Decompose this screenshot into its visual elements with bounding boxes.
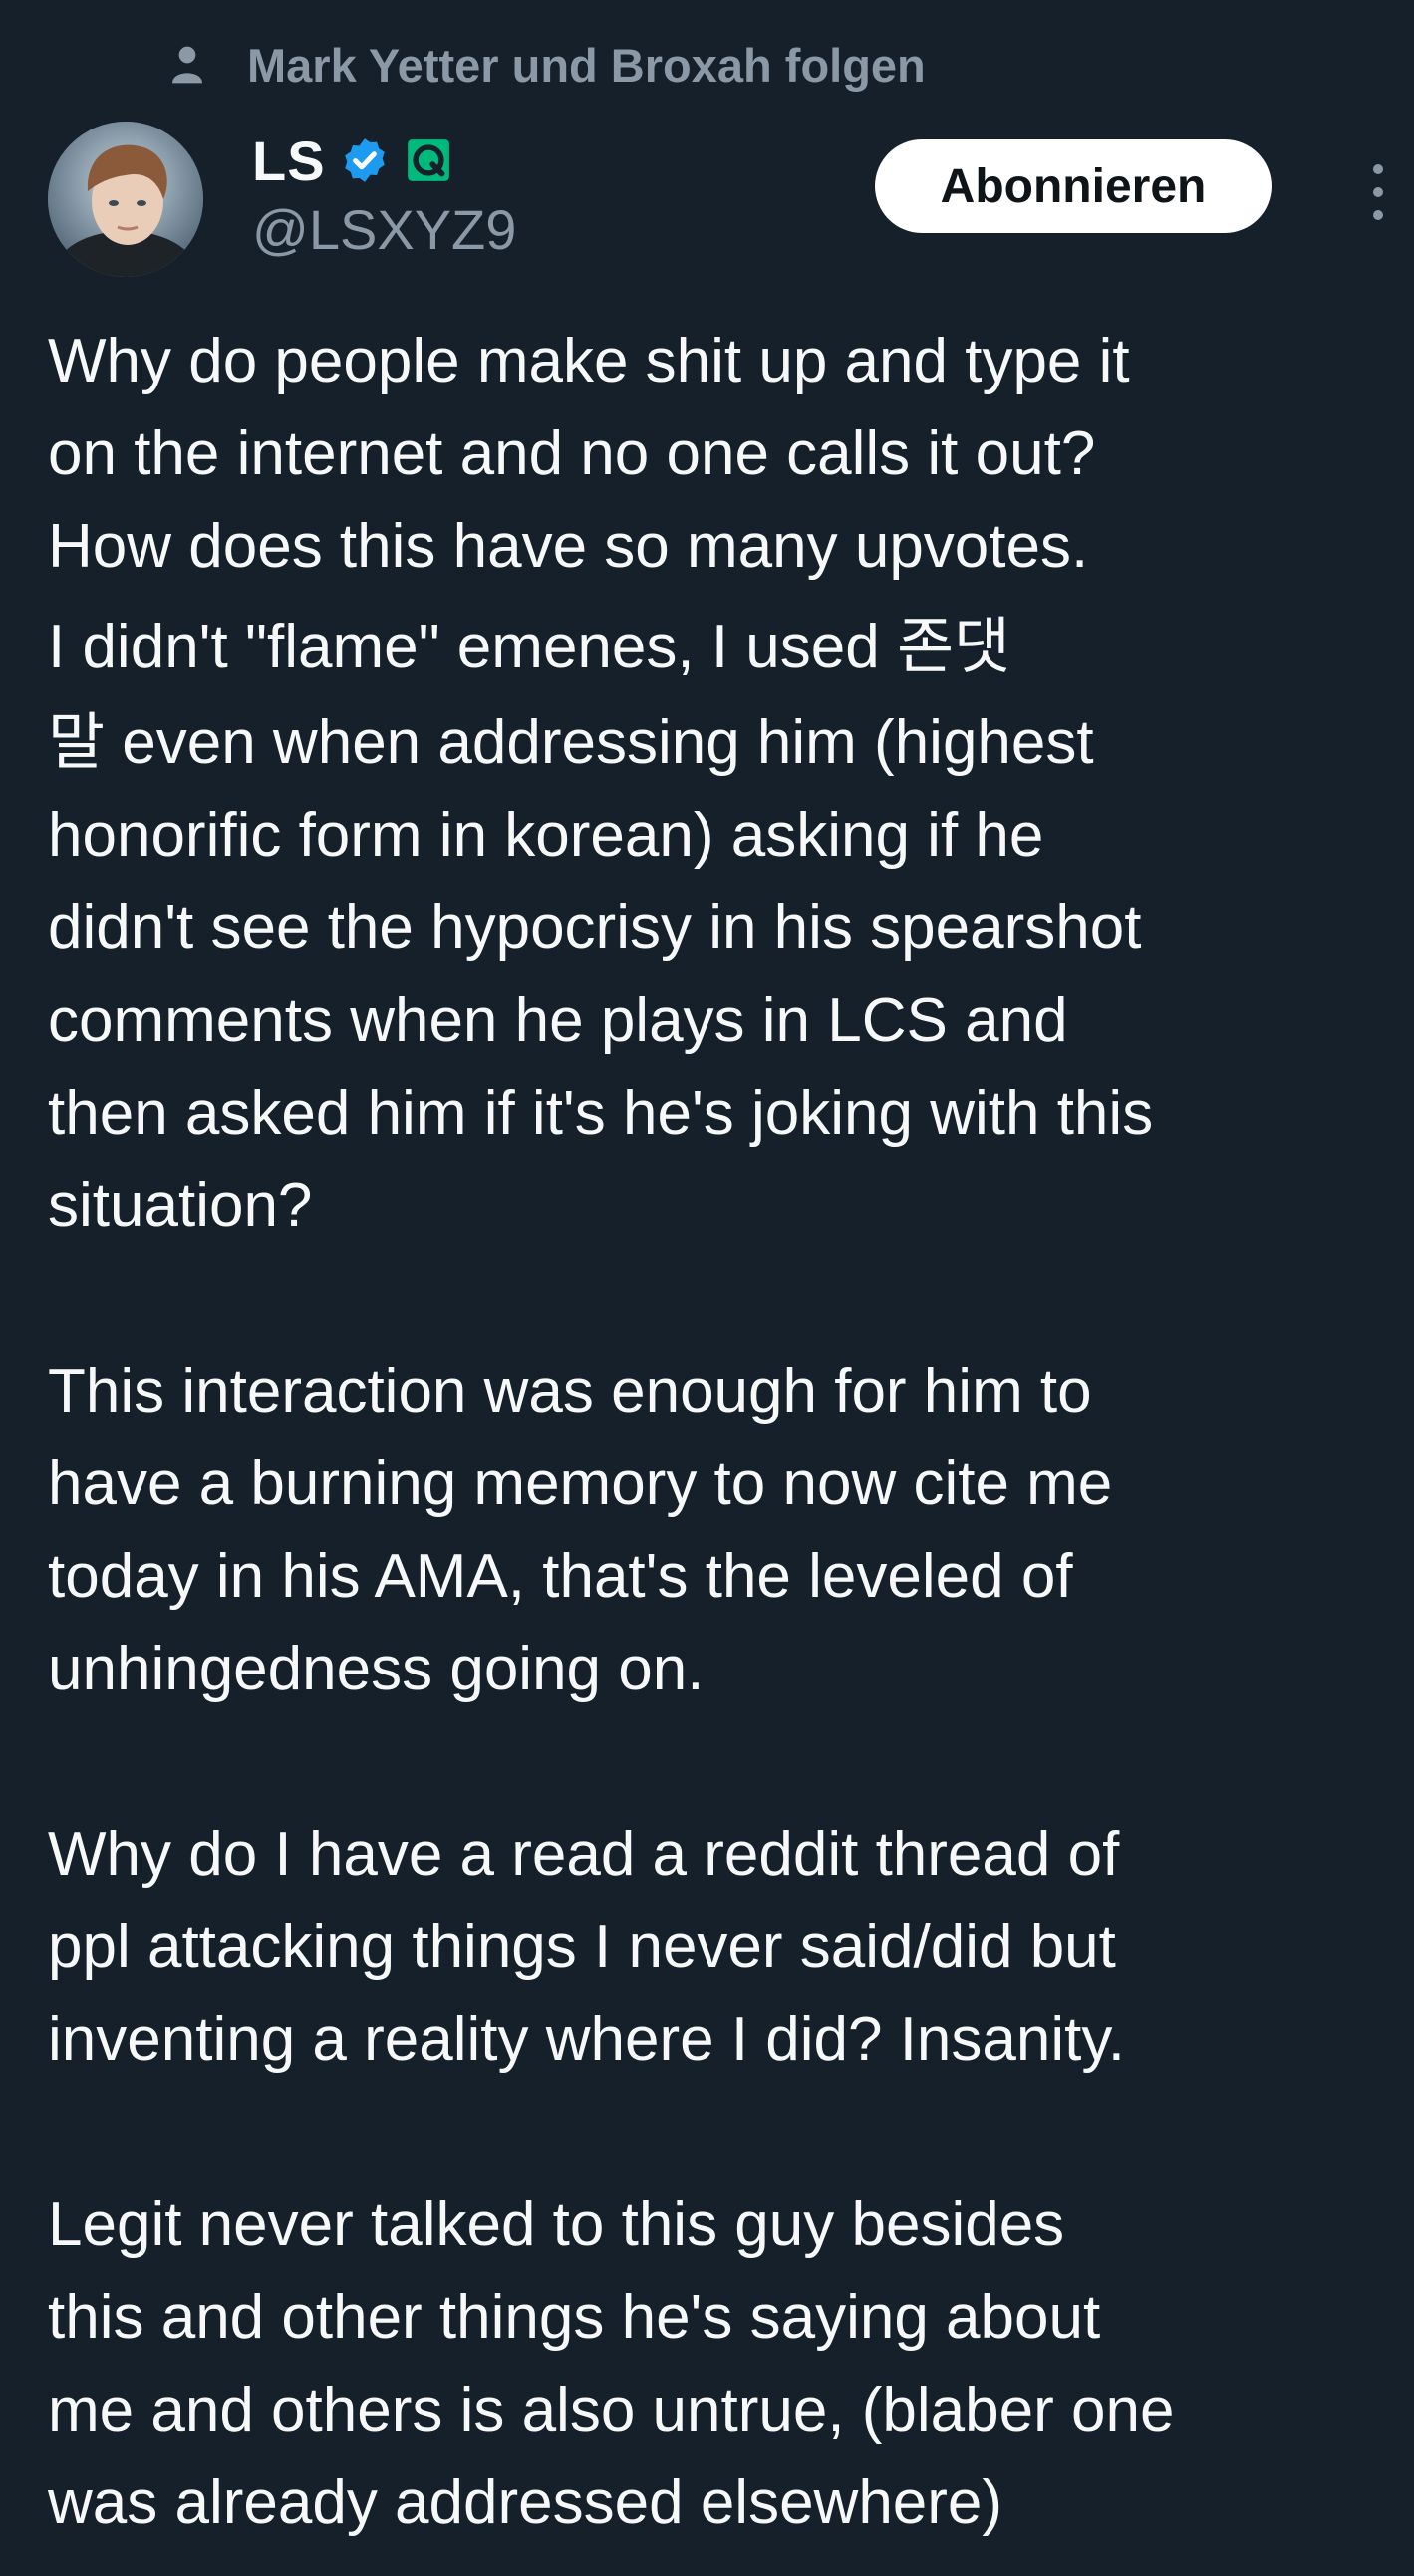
tweet-line: today in his AMA, that's the leveled of (48, 1542, 1073, 1611)
tweet-line: This interaction was enough for him to (48, 1357, 1092, 1425)
tweet-paragraph: This interaction was enough for him to h… (48, 1345, 1373, 1715)
tweet-line: I didn't "flame" emenes, I used 존댓 (48, 613, 1011, 681)
tweet-line: didn't see the hypocrisy in his spearsho… (48, 894, 1142, 962)
tweet-line: have a burning memory to now cite me (48, 1449, 1113, 1518)
tweet-line: honorific form in korean) asking if he (48, 801, 1044, 870)
tweet-text: Why do people make shit up and type it o… (48, 315, 1373, 2549)
more-options-icon[interactable] (1355, 157, 1401, 227)
tweet-line: situation? (48, 1171, 313, 1240)
tweet-line: ppl attacking things I never said/did bu… (48, 1913, 1116, 1981)
tweet-paragraph: Why do I have a read a reddit thread of … (48, 1808, 1373, 2086)
more-dot (1373, 210, 1383, 221)
follow-context-text: Mark Yetter und Broxah folgen (247, 38, 926, 92)
more-dot (1373, 186, 1383, 197)
more-dot (1373, 163, 1383, 174)
tweet-paragraph: Why do people make shit up and type it o… (48, 315, 1373, 1252)
author-info[interactable]: LS @LSXYZ9 (252, 128, 516, 262)
tweet-line: me and others is also untrue, (blaber on… (48, 2376, 1175, 2445)
tweet-line: Legit never talked to this guy besides (48, 2190, 1065, 2259)
social-context-row[interactable]: Mark Yetter und Broxah folgen (167, 30, 926, 100)
tweet-line: Why do I have a read a reddit thread of (48, 1820, 1120, 1889)
verified-badge-icon[interactable] (340, 135, 390, 185)
tweet-paragraph: Legit never talked to this guy besides t… (48, 2179, 1373, 2549)
tweet-line: on the internet and no one calls it out? (48, 419, 1096, 488)
affiliate-badge-icon[interactable] (404, 135, 453, 185)
tweet-line: then asked him if it's he's joking with … (48, 1079, 1154, 1148)
tweet-line: unhingedness going on. (48, 1635, 705, 1703)
author-display-name[interactable]: LS (252, 129, 326, 193)
tweet-line: 말 even when addressing him (highest (48, 708, 1094, 777)
tweet-header: LS @LSXYZ9 Abonnieren (48, 122, 1383, 281)
person-icon (172, 46, 202, 84)
avatar-image (48, 122, 203, 277)
tweet-line: was already addressed elsewhere) (48, 2468, 1003, 2537)
avatar[interactable] (48, 122, 203, 277)
author-handle[interactable]: @LSXYZ9 (252, 197, 516, 262)
subscribe-button[interactable]: Abonnieren (875, 139, 1272, 233)
tweet-line: inventing a reality where I did? Insanit… (48, 2005, 1126, 2074)
tweet-line: Why do people make shit up and type it (48, 327, 1130, 395)
tweet-line: comments when he plays in LCS and (48, 986, 1068, 1055)
tweet-line: this and other things he's saying about (48, 2283, 1101, 2352)
tweet-line: How does this have so many upvotes. (48, 512, 1089, 581)
